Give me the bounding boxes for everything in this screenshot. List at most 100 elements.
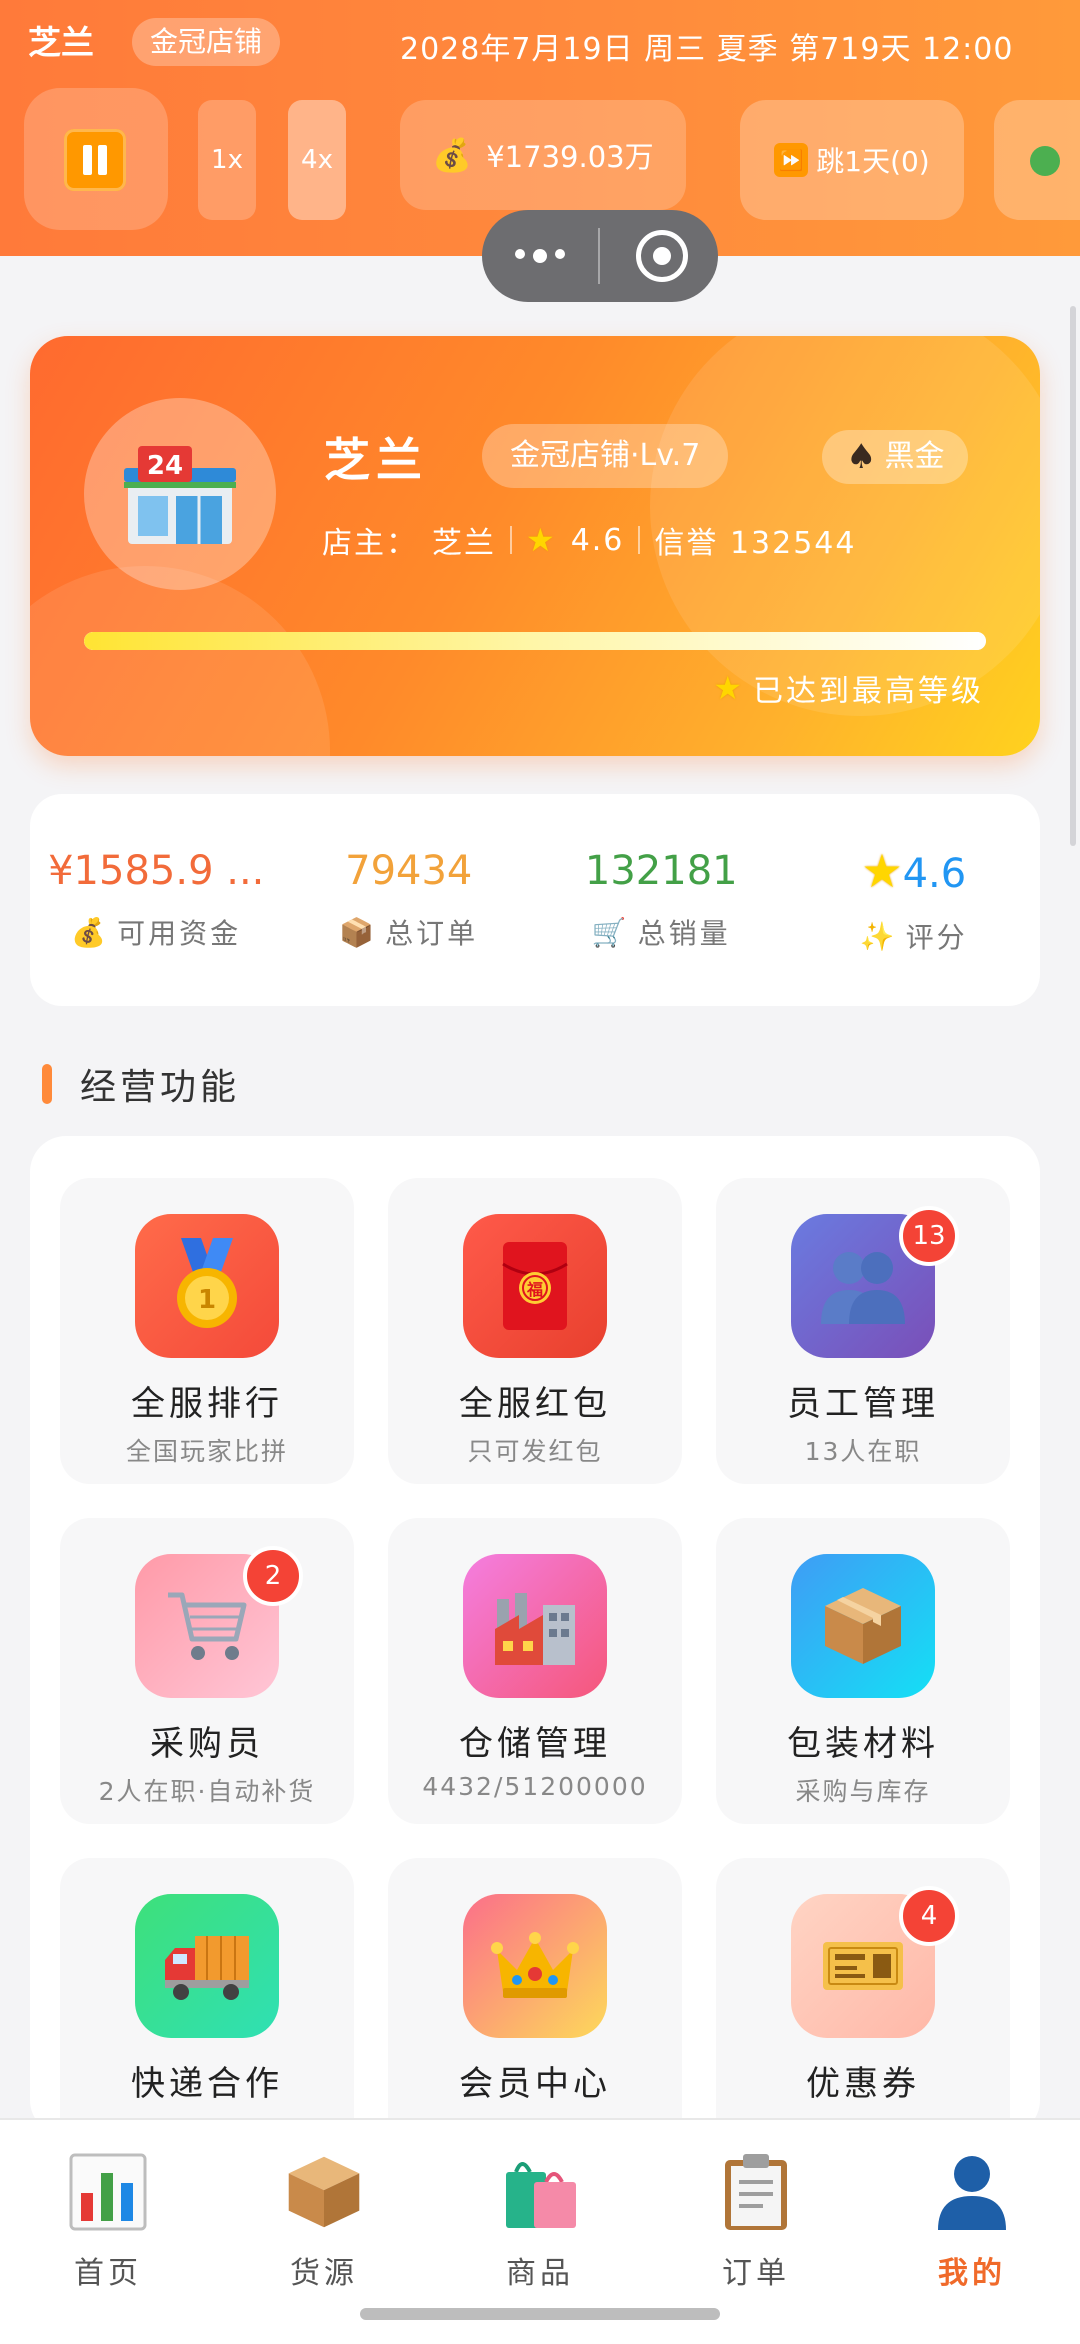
stat-value-row: ★4.6: [861, 844, 966, 898]
level-progress-bar: [84, 632, 986, 650]
shop-profile-card: 24 芝兰 金冠店铺·Lv.7 ♠ 黑金 店主： 芝兰 ★ 4.6 信誉 132…: [30, 336, 1040, 756]
stat-value: 132181: [584, 848, 738, 894]
feature-title: 员工管理: [787, 1384, 939, 1424]
speed-4x-button[interactable]: 4x: [288, 100, 346, 220]
more-options-icon[interactable]: [482, 249, 598, 263]
user-icon: [930, 2150, 1014, 2234]
feature-subtitle: 采购与库存: [795, 1777, 931, 1806]
feature-purchaser[interactable]: 2 采购员 2人在职·自动补货: [60, 1518, 354, 1824]
stat-label-row: 🛒 总销量: [592, 912, 731, 952]
feature-ranking[interactable]: 1 全服排行 全国玩家比拼: [60, 1178, 354, 1484]
decor-circle: [30, 566, 330, 756]
stat-orders[interactable]: 79434 📦 总订单: [283, 794, 536, 1006]
package-icon: 📦: [339, 915, 378, 949]
owner-label: 店主：: [322, 526, 418, 561]
status-dot: [1030, 146, 1060, 176]
stat-label: 可用资金: [117, 917, 242, 950]
credit-value: 信誉 132544: [654, 526, 857, 561]
medal-icon: 1: [177, 1238, 237, 1328]
feature-icon-bg: [463, 1554, 607, 1698]
rating-value: 4.6: [570, 522, 625, 558]
package-icon: [282, 2150, 366, 2234]
svg-text:24: 24: [147, 451, 183, 481]
tab-orders[interactable]: 订单: [648, 2120, 864, 2300]
scrollbar[interactable]: [1070, 306, 1076, 846]
stat-value: 4.6: [902, 851, 967, 897]
tab-label: 货源: [290, 2256, 358, 2291]
feature-warehouse[interactable]: 仓储管理 4432/51200000: [388, 1518, 682, 1824]
tab-label: 订单: [722, 2256, 790, 2291]
funds-display[interactable]: 💰 ¥1739.03万: [400, 100, 686, 210]
status-indicator[interactable]: [994, 100, 1080, 220]
fast-forward-icon: ⏩: [774, 143, 809, 177]
section-title: 经营功能: [80, 1067, 241, 1108]
home-indicator[interactable]: [360, 2308, 720, 2320]
tab-products[interactable]: 商品: [432, 2120, 648, 2300]
clipboard-icon: [714, 2150, 798, 2234]
money-bag-icon: 💰: [432, 136, 473, 174]
notification-badge: 4: [899, 1886, 959, 1946]
feature-red-packet[interactable]: 福 全服红包 只可发红包: [388, 1178, 682, 1484]
factory-icon: [495, 1593, 575, 1665]
divider: [638, 526, 641, 554]
spade-icon: ♠: [846, 437, 877, 477]
tab-home[interactable]: 首页: [0, 2120, 216, 2300]
feature-title: 会员中心: [459, 2064, 611, 2104]
game-datetime: 2028年7月19日 周三 夏季 第719天 12:00: [400, 32, 1014, 67]
stat-value: 79434: [345, 848, 473, 894]
speed-1x-button[interactable]: 1x: [198, 100, 256, 220]
feature-subtitle: 4432/51200000: [422, 1772, 648, 1801]
capsule-divider: [598, 228, 600, 284]
pause-button[interactable]: [24, 88, 168, 230]
stat-funds[interactable]: ¥1585.9 ... 💰 可用资金: [30, 794, 283, 1006]
stat-sales[interactable]: 132181 🛒 总销量: [535, 794, 788, 1006]
notification-badge: 13: [899, 1206, 959, 1266]
feature-icon-bg: [463, 1894, 607, 2038]
bar-chart-icon: [66, 2150, 150, 2234]
feature-title: 优惠券: [806, 2064, 920, 2104]
crown-icon: [491, 1932, 579, 1998]
shop-level-badge: 金冠店铺·Lv.7: [482, 424, 729, 488]
star-icon: ★: [526, 521, 557, 559]
stat-rating[interactable]: ★4.6 ✨ 评分: [788, 794, 1041, 1006]
feature-subtitle: 只可发红包: [467, 1437, 603, 1466]
miniprogram-capsule: [482, 210, 718, 302]
svg-text:1: 1: [198, 1285, 216, 1315]
owner-name: 芝兰: [432, 526, 496, 561]
shop-meta: 店主： 芝兰 ★ 4.6 信誉 132544: [322, 518, 856, 562]
stat-label: 总销量: [637, 917, 731, 950]
section-accent-bar: [42, 1064, 52, 1104]
shop-avatar[interactable]: 24: [84, 398, 276, 590]
feature-subtitle: 13人在职: [804, 1437, 922, 1466]
feature-icon-bg: 2: [135, 1546, 303, 1698]
svg-text:福: 福: [526, 1280, 543, 1299]
feature-grid: 1 全服排行 全国玩家比拼 福 全服红包 只可发红包 13 员工管理 13人在职…: [30, 1136, 1040, 2164]
feature-title: 全服红包: [459, 1384, 611, 1424]
tab-profile[interactable]: 我的: [864, 2120, 1080, 2300]
feature-staff[interactable]: 13 员工管理 13人在职: [716, 1178, 1010, 1484]
stat-label-row: ✨ 评分: [860, 916, 968, 956]
feature-icon-bg: [135, 1894, 279, 2038]
people-icon: [821, 1252, 905, 1324]
stat-value: ¥1585.9 ...: [48, 848, 265, 894]
feature-title: 仓储管理: [459, 1724, 611, 1764]
money-bag-icon: 💰: [71, 915, 110, 949]
stat-label: 评分: [905, 921, 968, 954]
pause-icon: [64, 129, 126, 191]
feature-icon-bg: 4: [791, 1886, 959, 2038]
feature-title: 快递合作: [131, 2064, 283, 2104]
star-icon: ★: [861, 844, 903, 898]
shopping-cart-icon: [168, 1592, 247, 1660]
feature-packaging[interactable]: 包装材料 采购与库存: [716, 1518, 1010, 1824]
section-header: 经营功能: [42, 1058, 240, 1110]
vip-badge[interactable]: ♠ 黑金: [822, 430, 969, 484]
jump-day-button[interactable]: ⏩ 跳1天(0): [740, 100, 964, 220]
red-envelope-icon: 福: [502, 1242, 568, 1330]
level-progress-fill: [84, 632, 986, 650]
feature-icon-bg: [791, 1554, 935, 1698]
tab-supply[interactable]: 货源: [216, 2120, 432, 2300]
feature-title: 全服排行: [131, 1384, 283, 1424]
divider: [510, 526, 512, 554]
feature-title: 包装材料: [787, 1724, 939, 1764]
close-miniprogram-icon[interactable]: [636, 230, 688, 282]
